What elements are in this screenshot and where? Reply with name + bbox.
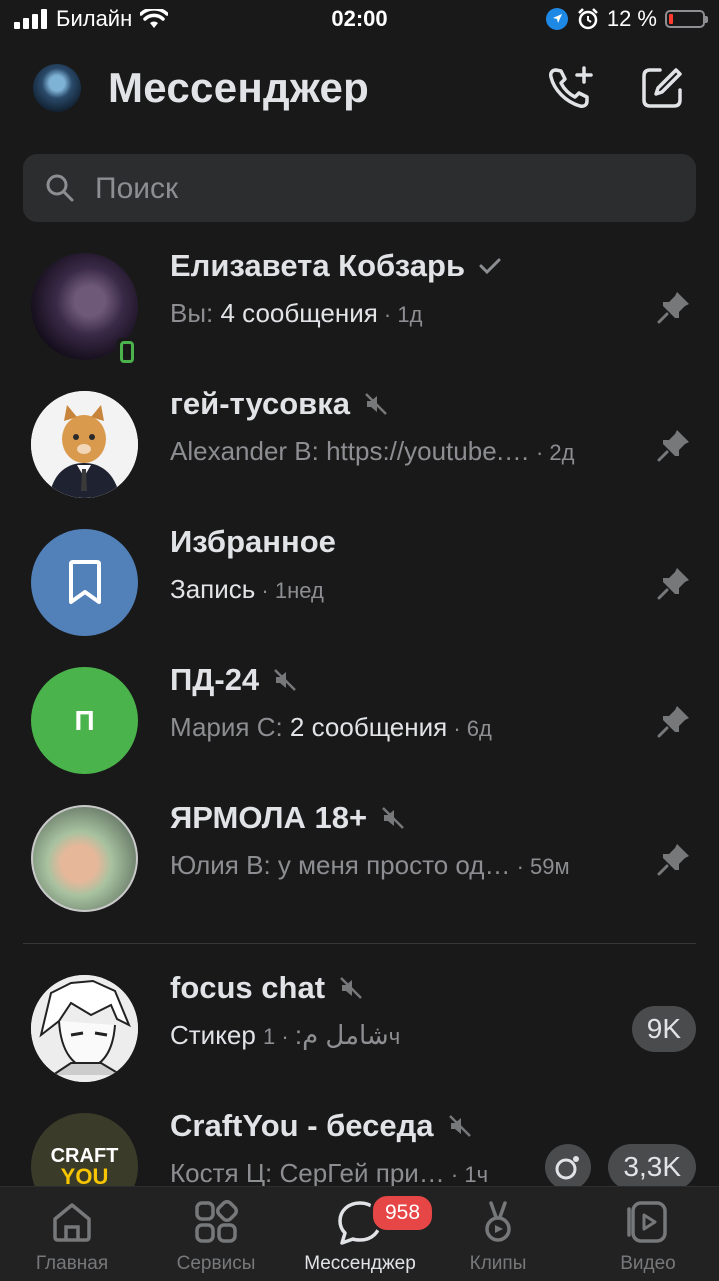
chat-row[interactable]: ЯРМОЛА 18+ Юлия В: у меня просто од… · 5…: [0, 790, 719, 928]
search-icon: [46, 174, 74, 202]
services-icon: [195, 1200, 238, 1243]
chat-name: Избранное: [170, 524, 336, 559]
avatar-logo-text: YOU: [60, 1163, 109, 1189]
tab-clips[interactable]: Клипы: [428, 1187, 568, 1281]
edit-icon: [642, 68, 682, 108]
chat-avatar: [31, 805, 138, 912]
last-message: Стикер شامل م: · 1ч: [170, 1020, 400, 1051]
pin-icon: [657, 568, 689, 600]
pin-icon: [657, 706, 689, 738]
status-bar: Билайн 02:00 12 %: [0, 0, 719, 40]
chat-name: Елизавета Кобзарь: [170, 248, 466, 283]
unread-counter: 3,3K: [608, 1144, 696, 1190]
muted-icon: [274, 669, 297, 691]
message-time: · 1ч: [444, 1162, 489, 1187]
message-text: Запись: [170, 574, 256, 604]
message-time: · 59м: [510, 854, 570, 879]
last-message: Alexander B: https://youtube.… · 2д: [170, 436, 575, 467]
messenger-header: Мессенджер: [0, 50, 719, 130]
message-text-arabic: شامل م:: [294, 1020, 389, 1050]
pinned-divider: [23, 943, 696, 944]
cat-in-suit-image: [31, 391, 138, 498]
chat-name: CraftYou - беседа: [170, 1108, 434, 1143]
message-time: · 6д: [447, 716, 492, 741]
tab-label: Мессенджер: [304, 1253, 416, 1274]
message-text: 4 сообщения: [220, 298, 378, 328]
battery-percent: 12 %: [606, 6, 657, 31]
avatar-logo-text: CRAFT: [50, 1144, 119, 1167]
chat-name: гей-тусовка: [170, 386, 350, 421]
tab-label: Клипы: [469, 1253, 527, 1274]
pin-icon: [657, 292, 689, 324]
chat-row[interactable]: Избранное Запись · 1нед: [0, 514, 719, 652]
tab-label: Сервисы: [176, 1253, 256, 1274]
last-message: Юлия В: у меня просто од… · 59м: [170, 850, 570, 881]
last-message: Запись · 1нед: [170, 574, 324, 605]
read-check-icon: [479, 258, 501, 275]
tab-services[interactable]: Сервисы: [146, 1187, 286, 1281]
unread-counter: 9K: [631, 1006, 696, 1052]
chat-avatar: [31, 391, 138, 498]
tab-label: Главная: [35, 1253, 109, 1274]
search-bar[interactable]: [23, 154, 696, 224]
pin-icon: [657, 430, 689, 462]
compose-button[interactable]: [636, 62, 688, 114]
message-text: Костя Ц: СерГей при…: [170, 1158, 445, 1188]
muted-icon: [365, 393, 387, 415]
mention-indicator: [545, 1144, 591, 1190]
search-input[interactable]: [93, 154, 677, 224]
last-message: Мария С: 2 сообщения · 6д: [170, 712, 492, 743]
page-title: Мессенджер: [108, 64, 370, 111]
muted-icon: [448, 1115, 471, 1137]
clips-icon: [485, 1201, 511, 1242]
message-text: Alexander B: https://youtube.…: [170, 436, 530, 466]
chat-name: focus chat: [170, 970, 326, 1005]
battery-icon: [665, 10, 708, 28]
tab-home[interactable]: Главная: [2, 1187, 142, 1281]
tab-label: Видео: [620, 1253, 676, 1274]
chat-row[interactable]: Елизавета Кобзарь Вы: 4 сообщения · 1д: [0, 238, 719, 376]
chat-row[interactable]: П ПД-24 Мария С: 2 сообщения · 6д: [0, 652, 719, 790]
message-author: Мария С:: [170, 712, 290, 742]
online-mobile-indicator: [116, 338, 138, 366]
message-text: Стикер: [170, 1020, 264, 1050]
bookmark-icon: [68, 559, 101, 604]
chat-avatar: [31, 975, 138, 1082]
reaction-icon: [555, 1156, 579, 1180]
profile-avatar[interactable]: [33, 64, 81, 112]
avatar-letter: П: [74, 704, 95, 736]
chat-avatar: [31, 529, 138, 636]
message-time: · 1нед: [255, 578, 324, 603]
alarm-icon: [577, 8, 598, 30]
muted-icon: [382, 807, 404, 829]
chat-row[interactable]: гей-тусовка Alexander B: https://youtube…: [0, 376, 719, 514]
bottom-tab-bar: Главная Сервисы Мессенджер 958 Клипы Вид…: [0, 1186, 719, 1281]
unread-badge: 958: [370, 1193, 436, 1233]
phone-plus-icon: [549, 66, 593, 108]
location-icon: [545, 8, 568, 30]
last-message: Костя Ц: СерГей при… · 1ч: [170, 1158, 488, 1189]
chat-name: ПД-24: [170, 662, 260, 697]
message-author: Вы:: [170, 298, 221, 328]
message-time: · 2д: [529, 440, 575, 465]
chat-name: ЯРМОЛА 18+: [170, 800, 368, 835]
home-icon: [53, 1203, 91, 1242]
new-call-button[interactable]: [544, 62, 596, 114]
muted-icon: [340, 977, 362, 999]
last-message: Вы: 4 сообщения · 1д: [170, 298, 422, 329]
message-text: 2 сообщения: [289, 712, 448, 742]
video-icon: [627, 1201, 667, 1243]
pin-icon: [657, 844, 689, 876]
message-time: · 1д: [377, 302, 423, 327]
message-text: Юлия В: у меня просто од…: [170, 850, 511, 880]
anime-avatar-image: [31, 975, 138, 1082]
chat-row[interactable]: focus chat Стикер شامل م: · 1ч 9K: [0, 960, 719, 1098]
chat-avatar: П: [31, 667, 138, 774]
tab-video[interactable]: Видео: [578, 1187, 718, 1281]
